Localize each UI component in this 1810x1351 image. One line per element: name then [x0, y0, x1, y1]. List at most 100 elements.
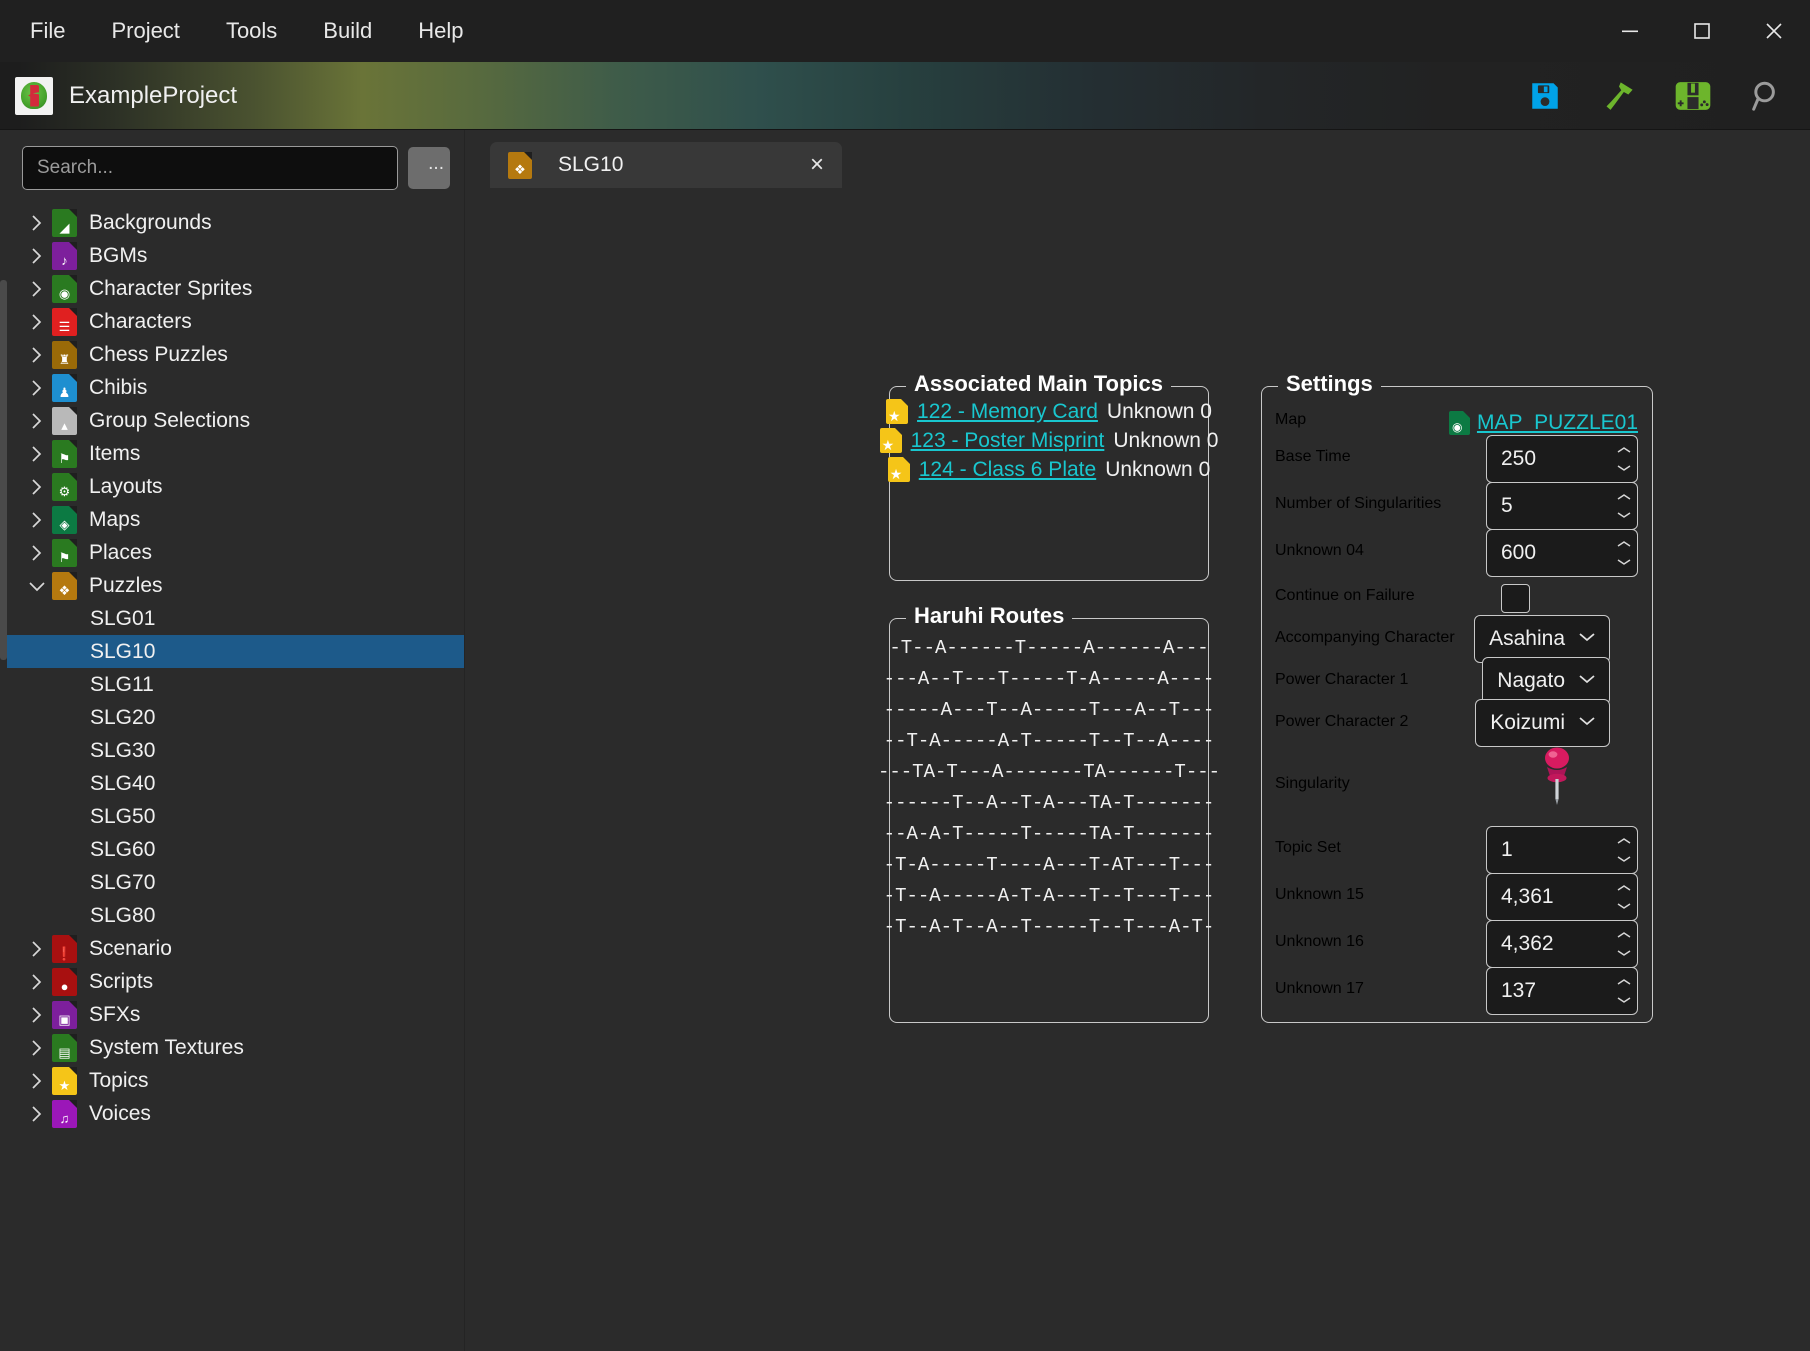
num-singularities-value[interactable]: 5: [1487, 494, 1611, 518]
continue-on-failure-checkbox[interactable]: [1501, 584, 1530, 613]
chevron-up-icon[interactable]: [1616, 973, 1632, 991]
unknown-17-stepper[interactable]: 137: [1486, 967, 1638, 1015]
minimize-icon[interactable]: [1594, 0, 1666, 62]
topic-set-stepper[interactable]: 1: [1486, 826, 1638, 874]
menu-item-project[interactable]: Project: [91, 10, 199, 52]
sidebar-scrollbar[interactable]: [0, 130, 7, 1351]
chevron-down-icon[interactable]: [22, 579, 52, 593]
chevron-down-icon[interactable]: [1616, 897, 1632, 915]
chevron-down-icon[interactable]: [1577, 672, 1597, 690]
save-icon[interactable]: [1522, 73, 1568, 119]
chevron-right-icon[interactable]: [22, 510, 52, 530]
sidebar-item-system-textures[interactable]: ▤ System Textures: [0, 1031, 464, 1064]
topic-link[interactable]: 123 - Poster Misprint: [911, 429, 1105, 453]
unknown-04-stepper[interactable]: 600: [1486, 529, 1638, 577]
sidebar-item-chibis[interactable]: ♟ Chibis: [0, 371, 464, 404]
search-input[interactable]: [22, 146, 398, 190]
sidebar-item-character-sprites[interactable]: ◉ Character Sprites: [0, 272, 464, 305]
chevron-down-icon[interactable]: [1577, 714, 1597, 732]
sidebar-item-puzzles[interactable]: ❖ Puzzles: [0, 569, 464, 602]
chevron-up-icon[interactable]: [1616, 879, 1632, 897]
chevron-right-icon[interactable]: [22, 279, 52, 299]
chevron-up-icon[interactable]: [1616, 832, 1632, 850]
chevron-up-icon[interactable]: [1616, 488, 1632, 506]
tab-close-icon[interactable]: ×: [810, 153, 824, 177]
chevron-right-icon[interactable]: [22, 1104, 52, 1124]
sidebar-item-topics[interactable]: ★ Topics: [0, 1064, 464, 1097]
build-hammer-icon[interactable]: [1596, 73, 1642, 119]
sidebar-item-voices[interactable]: ♫ Voices: [0, 1097, 464, 1130]
topic-link[interactable]: 124 - Class 6 Plate: [919, 458, 1096, 482]
sidebar-item-backgrounds[interactable]: ◢ Backgrounds: [0, 206, 464, 239]
base-time-arrows[interactable]: [1611, 436, 1637, 482]
chevron-right-icon[interactable]: [22, 444, 52, 464]
topic-set-value[interactable]: 1: [1487, 838, 1611, 862]
sidebar-item-scenario[interactable]: ❗ Scenario: [0, 932, 464, 965]
chevron-right-icon[interactable]: [22, 213, 52, 233]
unknown-15-arrows[interactable]: [1611, 874, 1637, 920]
chevron-right-icon[interactable]: [22, 1071, 52, 1091]
chevron-up-icon[interactable]: [1616, 926, 1632, 944]
sidebar-item-slg40[interactable]: SLG40: [0, 767, 464, 800]
map-link[interactable]: ◉ MAP_PUZZLE01: [1448, 411, 1638, 435]
pushpin-icon[interactable]: [1534, 745, 1580, 807]
chevron-up-icon[interactable]: [1616, 535, 1632, 553]
chevron-down-icon[interactable]: [1577, 630, 1597, 648]
chevron-right-icon[interactable]: [22, 378, 52, 398]
chevron-down-icon[interactable]: [1616, 991, 1632, 1009]
sidebar-item-group-selections[interactable]: ▴ Group Selections: [0, 404, 464, 437]
close-icon[interactable]: [1738, 0, 1810, 62]
chevron-right-icon[interactable]: [22, 477, 52, 497]
sidebar-item-bgms[interactable]: ♪ BGMs: [0, 239, 464, 272]
map-link-label[interactable]: MAP_PUZZLE01: [1477, 411, 1638, 435]
unknown-17-arrows[interactable]: [1611, 968, 1637, 1014]
sidebar-item-maps[interactable]: ◈ Maps: [0, 503, 464, 536]
chevron-up-icon[interactable]: [1616, 441, 1632, 459]
sidebar-item-slg70[interactable]: SLG70: [0, 866, 464, 899]
unknown-16-value[interactable]: 4,362: [1487, 932, 1611, 956]
sidebar-item-characters[interactable]: ☰ Characters: [0, 305, 464, 338]
chevron-down-icon[interactable]: [1616, 944, 1632, 962]
menu-item-tools[interactable]: Tools: [206, 10, 297, 52]
menu-item-build[interactable]: Build: [303, 10, 392, 52]
num-singularities-stepper[interactable]: 5: [1486, 482, 1638, 530]
chevron-right-icon[interactable]: [22, 543, 52, 563]
unknown-04-value[interactable]: 600: [1487, 541, 1611, 565]
power-character-2-dropdown[interactable]: Koizumi: [1475, 699, 1610, 747]
maximize-icon[interactable]: [1666, 0, 1738, 62]
menu-item-file[interactable]: File: [10, 10, 85, 52]
chevron-right-icon[interactable]: [22, 1005, 52, 1025]
sidebar-item-slg80[interactable]: SLG80: [0, 899, 464, 932]
chevron-right-icon[interactable]: [22, 345, 52, 365]
topic-link[interactable]: 122 - Memory Card: [917, 400, 1098, 424]
num-singularities-arrows[interactable]: [1611, 483, 1637, 529]
sidebar-item-places[interactable]: ⚑ Places: [0, 536, 464, 569]
accompanying-character-dropdown[interactable]: Asahina: [1474, 615, 1610, 663]
chevron-down-icon[interactable]: [1616, 506, 1632, 524]
unknown-16-stepper[interactable]: 4,362: [1486, 920, 1638, 968]
unknown-15-value[interactable]: 4,361: [1487, 885, 1611, 909]
unknown-15-stepper[interactable]: 4,361: [1486, 873, 1638, 921]
sidebar-item-layouts[interactable]: ⚙ Layouts: [0, 470, 464, 503]
base-time-value[interactable]: 250: [1487, 447, 1611, 471]
sidebar-item-slg10[interactable]: SLG10: [0, 635, 464, 668]
sidebar-item-chess-puzzles[interactable]: ♜ Chess Puzzles: [0, 338, 464, 371]
chevron-right-icon[interactable]: [22, 411, 52, 431]
search-icon[interactable]: [1744, 73, 1790, 119]
unknown-17-value[interactable]: 137: [1487, 979, 1611, 1003]
chevron-down-icon[interactable]: [1616, 850, 1632, 868]
more-options-button[interactable]: ...: [408, 147, 450, 189]
chevron-down-icon[interactable]: [1616, 459, 1632, 477]
unknown-16-arrows[interactable]: [1611, 921, 1637, 967]
sidebar-item-items[interactable]: ⚑ Items: [0, 437, 464, 470]
unknown-04-arrows[interactable]: [1611, 530, 1637, 576]
power-character-1-dropdown[interactable]: Nagato: [1482, 657, 1610, 705]
sidebar-item-slg20[interactable]: SLG20: [0, 701, 464, 734]
chevron-right-icon[interactable]: [22, 312, 52, 332]
sidebar-item-scripts[interactable]: ● Scripts: [0, 965, 464, 998]
sidebar-item-slg50[interactable]: SLG50: [0, 800, 464, 833]
chevron-right-icon[interactable]: [22, 972, 52, 992]
chevron-right-icon[interactable]: [22, 246, 52, 266]
chevron-down-icon[interactable]: [1616, 553, 1632, 571]
topic-set-arrows[interactable]: [1611, 827, 1637, 873]
